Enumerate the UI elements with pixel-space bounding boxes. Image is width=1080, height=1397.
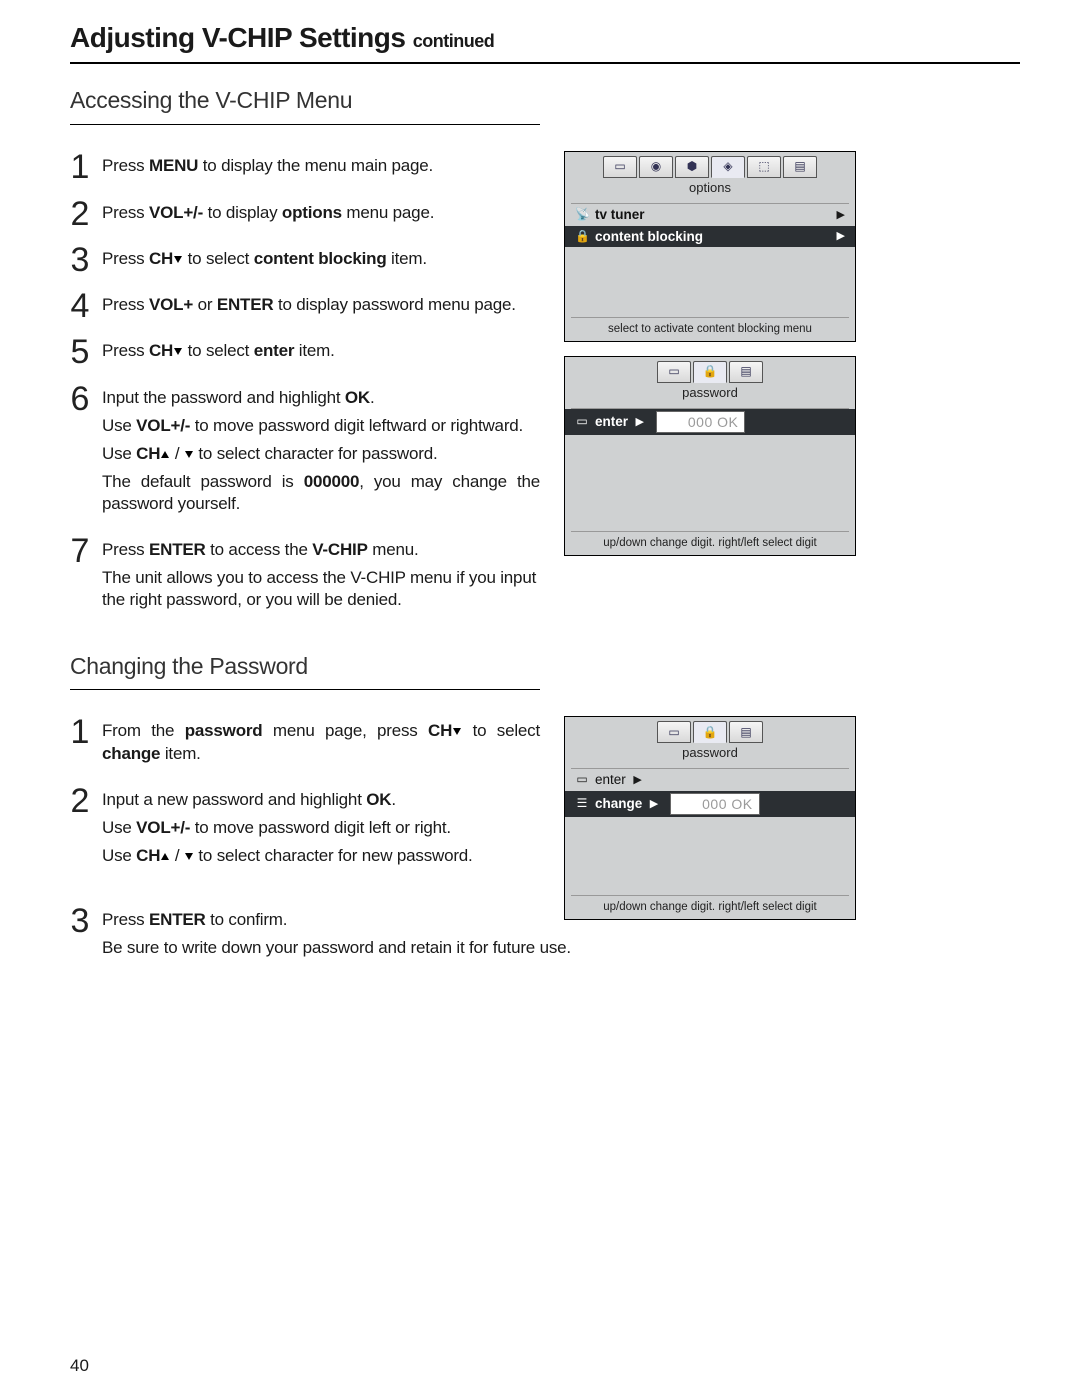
step-number: 6 bbox=[70, 383, 90, 521]
password-field: 000000 OK bbox=[650, 411, 745, 433]
osd-tab-icon: ▤ bbox=[729, 361, 763, 383]
osd-tab-icon: ▤ bbox=[783, 156, 817, 178]
chevron-right-icon: ▶ bbox=[648, 797, 658, 811]
osd-caption: options bbox=[571, 178, 849, 204]
chevron-right-icon: ▶ bbox=[634, 415, 644, 429]
step-text: Input the password and highlight OK. bbox=[102, 387, 540, 409]
page-number: 40 bbox=[70, 1355, 89, 1377]
keypad-icon: ▭ bbox=[575, 772, 589, 788]
step-number: 7 bbox=[70, 535, 90, 617]
chevron-up-icon bbox=[161, 853, 169, 860]
step-number: 3 bbox=[70, 244, 90, 276]
osd-tab-icon: ◉ bbox=[639, 156, 673, 178]
step-text: Be sure to write down your password and … bbox=[102, 937, 622, 959]
chevron-right-icon: ▶ bbox=[632, 773, 642, 787]
step-text: Press VOL+/- to display options menu pag… bbox=[102, 202, 540, 224]
step-text: The default password is 000000, you may … bbox=[102, 471, 540, 515]
osd-caption: password bbox=[571, 743, 849, 769]
step-text: Use VOL+/- to move password digit left o… bbox=[102, 817, 540, 839]
lock-icon: 🔒 bbox=[575, 229, 589, 245]
step-number: 4 bbox=[70, 290, 90, 322]
step-number: 1 bbox=[70, 716, 90, 770]
step-text: Press CH to select content blocking item… bbox=[102, 248, 540, 270]
step-text: Use CH / to select character for new pas… bbox=[102, 845, 540, 867]
osd-hint: select to activate content blocking menu bbox=[571, 317, 849, 341]
osd-row-tvtuner: 📡 tv tuner ▶ bbox=[565, 204, 855, 226]
osd-row-enter: ▭ enter ▶ 000000 OK bbox=[565, 409, 855, 435]
section-2-heading: Changing the Password bbox=[70, 652, 1020, 682]
page-title: Adjusting V-CHIP Settings continued bbox=[70, 20, 1020, 64]
tuner-icon: 📡 bbox=[575, 207, 589, 223]
step-text: Use CH / to select character for passwor… bbox=[102, 443, 540, 465]
osd-tab-icon: ▭ bbox=[657, 721, 691, 743]
step-text: Press ENTER to access the V-CHIP menu. bbox=[102, 539, 540, 561]
step-text: The unit allows you to access the V-CHIP… bbox=[102, 567, 540, 611]
step-number: 5 bbox=[70, 336, 90, 368]
step-number: 1 bbox=[70, 151, 90, 183]
title-continued: continued bbox=[413, 31, 495, 51]
osd-options-panel: ▭ ◉ ⬢ ◈ ⬚ ▤ options 📡 tv tuner ▶ 🔒 conte… bbox=[564, 151, 856, 342]
osd-hint: up/down change digit. right/left select … bbox=[571, 895, 849, 919]
osd-row-content-blocking: 🔒 content blocking ▶ bbox=[565, 226, 855, 248]
osd-tab-icon: 🔒 bbox=[693, 361, 727, 383]
osd-row-enter: ▭ enter ▶ bbox=[565, 769, 855, 791]
step-text: Press MENU to display the menu main page… bbox=[102, 155, 540, 177]
section-1-steps: 1 Press MENU to display the menu main pa… bbox=[70, 151, 540, 631]
chevron-right-icon: ▶ bbox=[835, 229, 845, 243]
osd-tab-icon: ▤ bbox=[729, 721, 763, 743]
osd-password-change-panel: ▭ 🔒 ▤ password ▭ enter ▶ ☰ change ▶ 0000… bbox=[564, 716, 856, 920]
title-main: Adjusting V-CHIP Settings bbox=[70, 22, 413, 53]
step-number: 3 bbox=[70, 905, 90, 965]
chevron-right-icon: ▶ bbox=[835, 208, 845, 222]
step-text: Use VOL+/- to move password digit leftwa… bbox=[102, 415, 540, 437]
osd-tab-icon: ◈ bbox=[711, 156, 745, 178]
step-number: 2 bbox=[70, 198, 90, 230]
step-number: 2 bbox=[70, 785, 90, 873]
step-text: Press CH to select enter item. bbox=[102, 340, 540, 362]
step-text: Press VOL+ or ENTER to display password … bbox=[102, 294, 540, 316]
step-text: Press ENTER to confirm. bbox=[102, 909, 622, 931]
chevron-down-icon bbox=[174, 348, 182, 355]
step-text: From the password menu page, press CH to… bbox=[102, 720, 540, 764]
osd-password-panel: ▭ 🔒 ▤ password ▭ enter ▶ 000000 OK up/do… bbox=[564, 356, 856, 556]
chevron-down-icon bbox=[453, 728, 461, 735]
section-2-rule bbox=[70, 689, 540, 690]
chevron-down-icon bbox=[174, 256, 182, 263]
password-field: 000000 OK bbox=[664, 793, 759, 815]
osd-tab-icon: ⬢ bbox=[675, 156, 709, 178]
section-2-steps: 1 From the password menu page, press CH … bbox=[70, 716, 540, 979]
osd-tab-icon: ⬚ bbox=[747, 156, 781, 178]
section-1-heading: Accessing the V-CHIP Menu bbox=[70, 86, 1020, 116]
osd-tab-icon: ▭ bbox=[603, 156, 637, 178]
chevron-up-icon bbox=[161, 451, 169, 458]
step-text: Input a new password and highlight OK. bbox=[102, 789, 540, 811]
list-icon: ☰ bbox=[575, 796, 589, 812]
section-1-rule bbox=[70, 124, 540, 125]
osd-hint: up/down change digit. right/left select … bbox=[571, 531, 849, 555]
keypad-icon: ▭ bbox=[575, 414, 589, 430]
osd-caption: password bbox=[571, 383, 849, 409]
chevron-down-icon bbox=[185, 451, 193, 458]
chevron-down-icon bbox=[185, 853, 193, 860]
osd-tab-icon: 🔒 bbox=[693, 721, 727, 743]
osd-tab-icon: ▭ bbox=[657, 361, 691, 383]
osd-row-change: ☰ change ▶ 000000 OK bbox=[565, 791, 855, 817]
